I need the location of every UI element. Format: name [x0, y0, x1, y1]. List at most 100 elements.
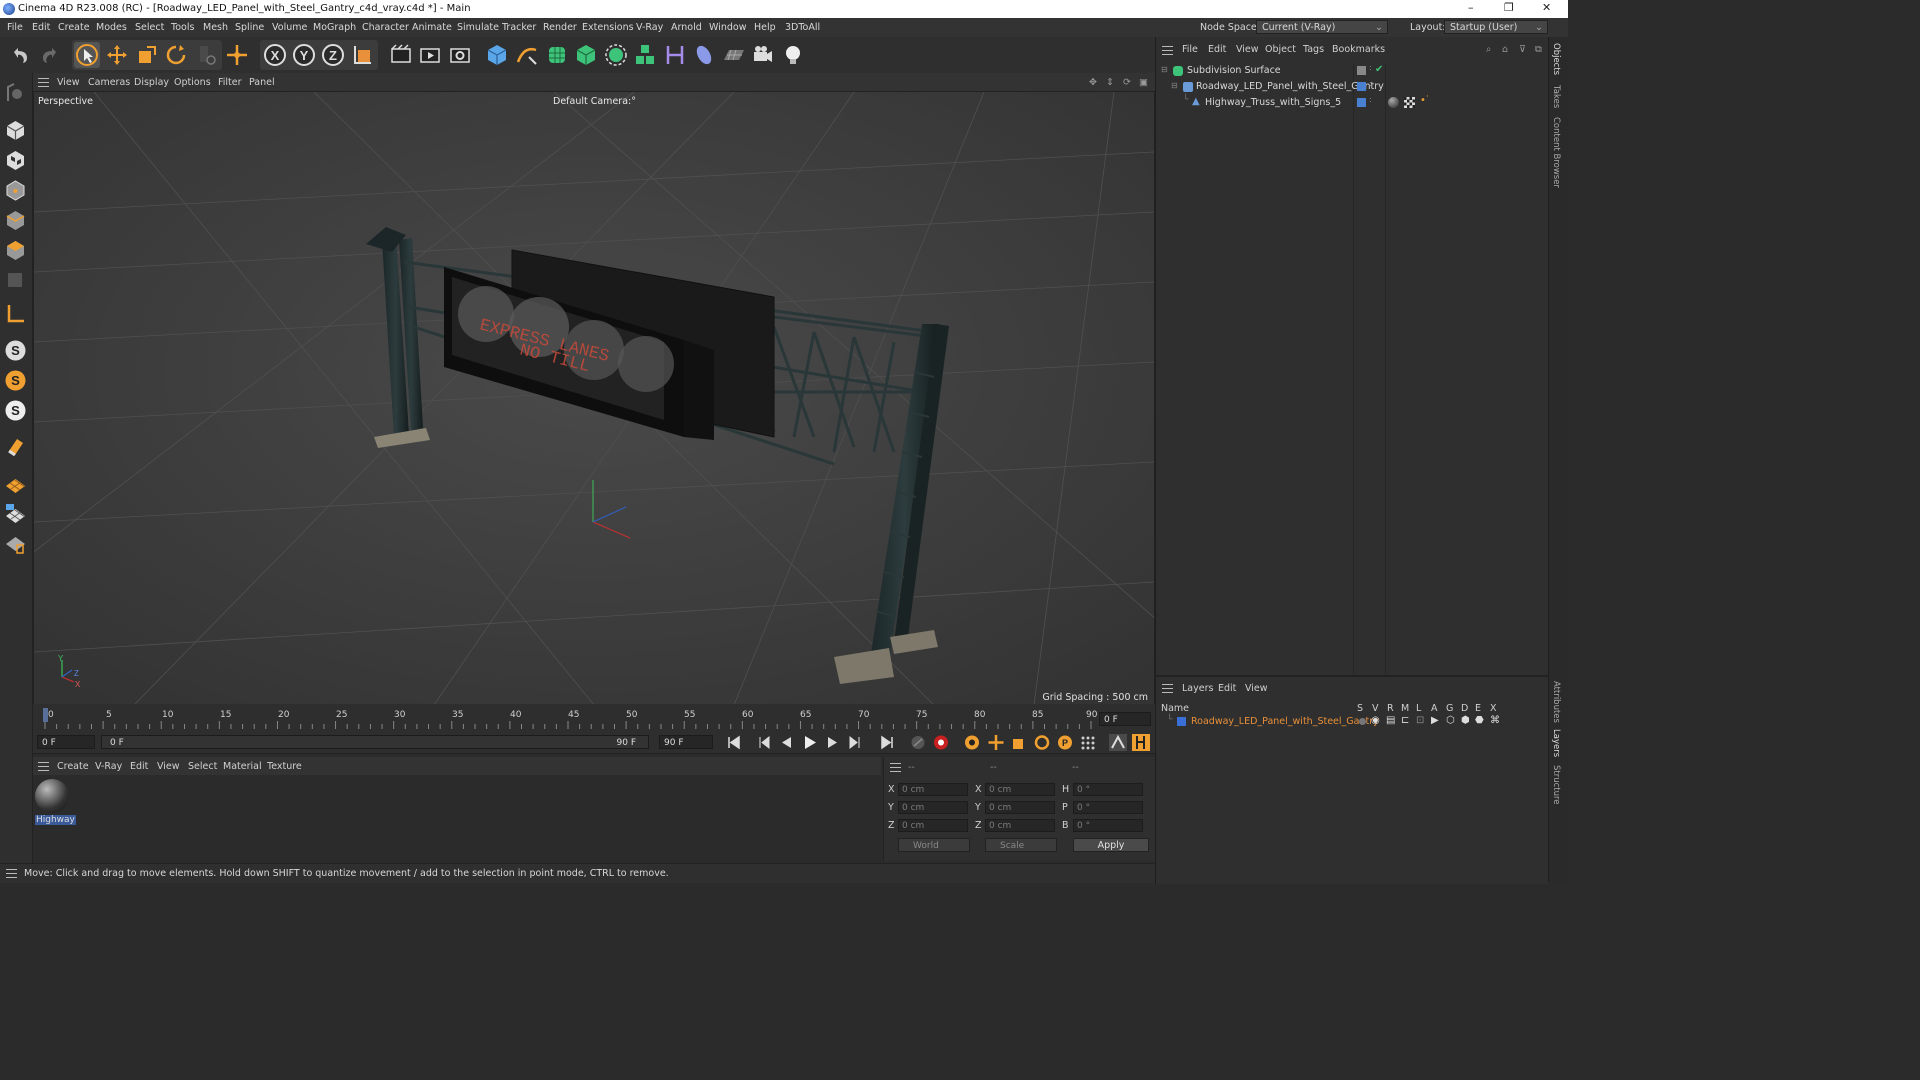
record-disabled-button[interactable] — [909, 734, 927, 751]
mograph-button[interactable] — [632, 42, 658, 68]
minimize-button[interactable]: – — [1468, 1, 1474, 14]
material-menu-material[interactable]: Material — [223, 761, 262, 772]
camera-button[interactable] — [750, 42, 776, 68]
material-menu-view[interactable]: View — [157, 761, 180, 772]
deformer-button[interactable] — [662, 42, 688, 68]
size-x-field[interactable]: 0 cm — [985, 783, 1055, 796]
current-frame-field[interactable]: 0 F — [1099, 712, 1151, 726]
generators-icon[interactable]: ⬡ — [1446, 715, 1455, 726]
grid-floor-button[interactable] — [3, 471, 28, 496]
xref-icon[interactable]: ⌘ — [1490, 715, 1500, 726]
material-menu-select[interactable]: Select — [188, 761, 217, 772]
menu-select[interactable]: Select — [135, 22, 164, 33]
eye-icon[interactable]: ◉ — [1371, 715, 1380, 726]
hamburger-icon[interactable] — [890, 763, 901, 772]
search-icon[interactable]: ⌕ — [1486, 44, 1491, 55]
pan-view-icon[interactable]: ✥ — [1089, 77, 1097, 88]
start-frame-field[interactable]: 0 F — [37, 735, 95, 749]
next-frame-button[interactable] — [824, 734, 842, 751]
enabled-check-icon[interactable]: ✔ — [1375, 64, 1383, 75]
object-row-gantry[interactable]: ⊟ Roadway_LED_Panel_with_Steel_Gantry : — [1156, 79, 1549, 95]
menu-edit[interactable]: Edit — [32, 22, 50, 33]
menu-3dtoall[interactable]: 3DToAll — [785, 22, 820, 33]
rotation-h-field[interactable]: 0 ° — [1073, 783, 1143, 796]
layer-menu-view[interactable]: View — [1245, 683, 1268, 694]
layer-menu-edit[interactable]: Edit — [1218, 683, 1236, 694]
z-axis-button[interactable]: Z — [320, 42, 346, 68]
viewport-menu-panel[interactable]: Panel — [249, 77, 275, 88]
tab-layers[interactable]: Layers — [1551, 729, 1561, 757]
menu-animate[interactable]: Animate — [412, 22, 452, 33]
extrude-button[interactable] — [573, 42, 599, 68]
make-editable-button[interactable] — [3, 81, 28, 106]
new-window-icon[interactable]: ⧉ — [1535, 44, 1542, 55]
apply-button[interactable]: Apply — [1073, 838, 1149, 852]
layer-color-swatch[interactable] — [1177, 717, 1186, 726]
uv-mode-button[interactable] — [3, 268, 28, 293]
edges-mode-button[interactable] — [3, 208, 28, 233]
material-menu-create[interactable]: Create — [57, 761, 89, 772]
live-selection-button[interactable] — [194, 42, 220, 68]
motion-system-button[interactable] — [1109, 734, 1127, 751]
menu-character[interactable]: Character — [362, 22, 409, 33]
redo-button[interactable] — [37, 42, 63, 68]
menu-tracker[interactable]: Tracker — [502, 22, 536, 33]
grid-button[interactable] — [3, 501, 28, 526]
dynamics-grid-button[interactable] — [3, 531, 28, 556]
object-menu-object[interactable]: Object — [1265, 44, 1296, 55]
spline-pen-button[interactable] — [514, 42, 540, 68]
tab-takes[interactable]: Takes — [1551, 85, 1561, 108]
dolly-view-icon[interactable]: ⇕ — [1106, 77, 1114, 88]
material-menu-vray[interactable]: V-Ray — [95, 761, 122, 772]
render-settings-button[interactable] — [447, 42, 473, 68]
position-z-field[interactable]: 0 cm — [898, 819, 968, 832]
menu-help[interactable]: Help — [754, 22, 776, 33]
deformers-icon[interactable]: ⬢ — [1461, 715, 1470, 726]
solo-icon[interactable] — [1359, 718, 1366, 725]
scale-tool-button[interactable] — [134, 42, 160, 68]
menu-mograph[interactable]: MoGraph — [313, 22, 356, 33]
material-swatch-highway[interactable] — [35, 779, 69, 813]
render-view-button[interactable] — [388, 42, 414, 68]
menu-tools[interactable]: Tools — [171, 22, 194, 33]
tab-content-browser[interactable]: Content Browser — [1551, 117, 1561, 188]
field-button[interactable] — [691, 42, 717, 68]
x-axis-button[interactable]: X — [262, 42, 288, 68]
select-tool-button[interactable] — [74, 42, 100, 68]
cube-object-button[interactable] — [484, 42, 510, 68]
menu-mesh[interactable]: Mesh — [203, 22, 228, 33]
timeline-window-button[interactable] — [1132, 734, 1150, 751]
size-y-field[interactable]: 0 cm — [985, 801, 1055, 814]
material-label[interactable]: Highway — [35, 815, 76, 825]
3d-viewport[interactable]: EXPRESS LANES NO TILL Y Z X Perspective … — [33, 91, 1155, 706]
position-x-field[interactable]: 0 cm — [898, 783, 968, 796]
animation-icon[interactable]: ▶ — [1431, 715, 1439, 726]
polygons-mode-button[interactable] — [3, 238, 28, 263]
menu-file[interactable]: File — [7, 22, 23, 33]
key-rotation-button[interactable] — [1033, 734, 1051, 751]
menu-create[interactable]: Create — [58, 22, 90, 33]
layer-row[interactable]: └ Roadway_LED_Panel_with_Steel_Gantry ◉ … — [1156, 715, 1549, 729]
hamburger-icon[interactable] — [38, 762, 49, 771]
close-button[interactable]: ✕ — [1542, 1, 1551, 14]
lock-icon[interactable]: ⊡ — [1416, 715, 1424, 726]
end-frame-field[interactable]: 90 F — [659, 735, 713, 749]
go-to-end-button[interactable] — [878, 734, 896, 751]
menu-extensions[interactable]: Extensions — [582, 22, 634, 33]
workplane-button[interactable] — [3, 301, 28, 326]
viewport-menu-display[interactable]: Display — [134, 77, 169, 88]
previous-key-button[interactable] — [755, 734, 773, 751]
visibility-dots-icon[interactable]: : — [1369, 96, 1372, 104]
layer-menu-layers[interactable]: Layers — [1182, 683, 1213, 694]
key-scale-button[interactable] — [1010, 734, 1028, 751]
rotation-b-field[interactable]: 0 ° — [1073, 819, 1143, 832]
object-row-subdivision[interactable]: ⊟ Subdivision Surface : ✔ — [1156, 63, 1549, 79]
visibility-dots-icon[interactable]: : — [1369, 64, 1372, 72]
magnet-icon[interactable] — [3, 435, 28, 460]
model-mode-button[interactable] — [3, 118, 28, 143]
render-to-picture-viewer-button[interactable] — [417, 42, 443, 68]
object-menu-view[interactable]: View — [1236, 44, 1259, 55]
move-tool-button[interactable] — [104, 42, 130, 68]
tab-objects[interactable]: Objects — [1551, 43, 1561, 75]
menu-render[interactable]: Render — [543, 22, 577, 33]
